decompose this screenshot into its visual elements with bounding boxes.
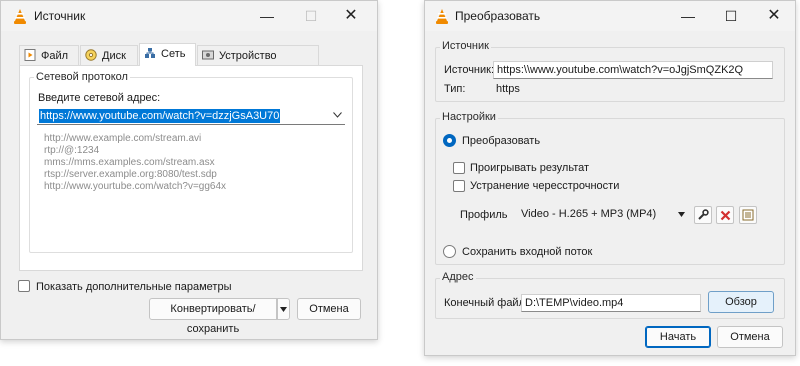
example-url: rtsp://server.example.org:8080/test.sdp: [44, 169, 217, 180]
network-url-value: https://www.youtube.com/watch?v=dzzjGsA3…: [39, 109, 281, 123]
example-url: http://www.yourtube.com/watch?v=gg64x: [44, 181, 227, 192]
capture-device-icon: [202, 50, 214, 60]
group-label: Настройки: [440, 111, 498, 123]
tab-capture-device[interactable]: Устройство захвата: [197, 45, 319, 82]
convert-dialog: Преобразовать — ☐ ✕ Источник Источник: h…: [424, 0, 796, 356]
list-icon: [742, 209, 754, 221]
profile-label: Профиль: [460, 209, 508, 221]
convert-radio[interactable]: [443, 134, 456, 147]
tab-label: Файл: [41, 50, 69, 62]
delete-profile-button[interactable]: [716, 206, 734, 224]
close-button[interactable]: ✕: [341, 7, 361, 25]
wrench-icon: [698, 209, 709, 220]
type-value: https: [496, 83, 520, 95]
edit-profile-button[interactable]: [694, 206, 712, 224]
close-button[interactable]: ✕: [764, 7, 784, 25]
save-raw-stream-label: Сохранить входной поток: [462, 246, 593, 258]
deinterlace-label: Устранение чересстрочности: [470, 180, 620, 192]
profile-select[interactable]: Video - H.265 + MP3 (MP4): [519, 206, 687, 223]
group-label: Адрес: [440, 271, 476, 283]
cancel-button[interactable]: Отмена: [717, 326, 783, 348]
disc-icon: [85, 49, 97, 61]
caret-down-icon: [280, 307, 287, 312]
tab-label: Сеть: [161, 48, 186, 60]
show-more-options-label: Показать дополнительные параметры: [36, 281, 232, 293]
minimize-button[interactable]: —: [678, 7, 698, 25]
network-icon: [145, 48, 155, 58]
window-title: Преобразовать: [455, 9, 541, 23]
group-label: Источник: [440, 40, 491, 52]
save-raw-stream-radio[interactable]: [443, 245, 456, 258]
network-url-combobox[interactable]: https://www.youtube.com/watch?v=dzzjGsA3…: [37, 108, 345, 125]
source-label: Источник:: [444, 64, 495, 76]
convert-save-button[interactable]: Конвертировать/сохранить: [149, 298, 277, 335]
file-play-icon: [24, 49, 36, 61]
destination-file-field[interactable]: D:\TEMP\video.mp4: [521, 294, 701, 312]
example-url: mms://mms.examples.com/stream.asx: [44, 157, 215, 168]
minimize-button[interactable]: —: [257, 7, 277, 25]
example-url: rtp://@:1234: [44, 145, 100, 156]
vlc-icon: [13, 9, 27, 25]
tab-file[interactable]: Файл: [19, 45, 79, 65]
profile-value: Video - H.265 + MP3 (MP4): [521, 208, 657, 220]
convert-radio-label: Преобразовать: [462, 135, 541, 147]
deinterlace-checkbox[interactable]: [453, 180, 465, 192]
browse-button[interactable]: Обзор: [708, 291, 774, 313]
maximize-button[interactable]: ☐: [721, 7, 741, 25]
network-address-prompt: Введите сетевой адрес:: [38, 92, 161, 104]
new-profile-button[interactable]: [739, 206, 757, 224]
title-bar[interactable]: Источник — ☐ ✕: [1, 1, 377, 31]
start-button[interactable]: Начать: [645, 326, 711, 348]
source-dialog: Источник — ☐ ✕ Файл Диск Сеть Устройство…: [0, 0, 378, 340]
caret-down-icon: [678, 212, 685, 217]
window-title: Источник: [34, 9, 86, 23]
tab-label: Диск: [102, 50, 126, 62]
title-bar[interactable]: Преобразовать — ☐ ✕: [425, 1, 795, 31]
cancel-button[interactable]: Отмена: [297, 298, 361, 320]
vlc-icon: [435, 9, 449, 25]
tab-panel: Сетевой протокол Введите сетевой адрес: …: [19, 65, 363, 271]
example-url: http://www.example.com/stream.avi: [44, 133, 202, 144]
destination-file-label: Конечный файл:: [444, 297, 529, 309]
group-label: Сетевой протокол: [34, 71, 130, 83]
convert-options-dropdown[interactable]: [277, 298, 290, 320]
play-result-label: Проигрывать результат: [470, 162, 590, 174]
tab-disc[interactable]: Диск: [80, 45, 138, 65]
delete-x-icon: [720, 210, 730, 221]
tab-network[interactable]: Сеть: [139, 43, 196, 66]
show-more-options-checkbox[interactable]: [18, 280, 30, 292]
chevron-down-icon[interactable]: [333, 112, 342, 118]
maximize-button[interactable]: ☐: [301, 7, 321, 25]
play-result-checkbox[interactable]: [453, 162, 465, 174]
source-field[interactable]: https:\\www.youtube.com\watch?v=oJgjSmQZ…: [493, 61, 773, 79]
type-label: Тип:: [444, 83, 466, 95]
